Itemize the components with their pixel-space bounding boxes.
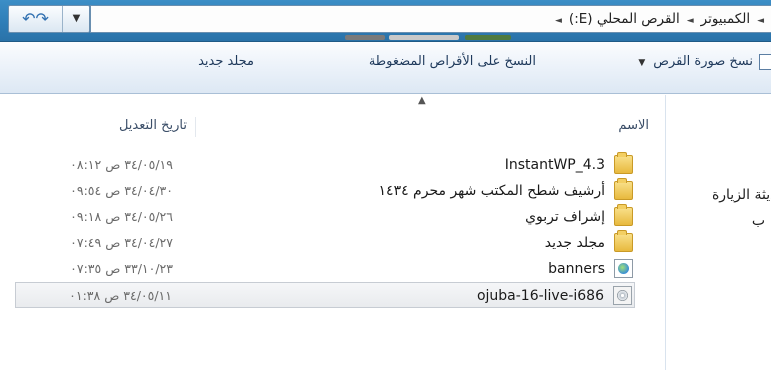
folder-icon	[614, 230, 633, 252]
file-row[interactable]: أرشيف شطح المكتب شهر محرم ١٤٣٤ ٣٤/٠٤/٣٠ …	[15, 178, 635, 204]
column-header-date-modified[interactable]: تاريخ التعديل	[119, 113, 187, 139]
file-date: ٣٤/٠٥/١٩ ص ٠٨:١٢	[70, 157, 173, 172]
chevron-left-icon[interactable]: ◄	[687, 8, 694, 34]
breadcrumb-local-disk[interactable]: القرص المحلي (E:)	[569, 6, 680, 32]
breadcrumb[interactable]: ◄ الكمبيوتر ◄ القرص المحلي (E:) ◄	[90, 5, 771, 33]
file-date: ٣٤/٠٥/١١ ص ٠١:٣٨	[69, 288, 172, 303]
command-bar: نسخ صورة القرص ▼ النسخ على الأقراص المضغو…	[0, 42, 771, 94]
file-name: InstantWP_4.3	[504, 157, 605, 173]
html-file-icon	[614, 259, 633, 278]
nav-item-recent-places[interactable]: مديثة الزيارة	[712, 187, 771, 203]
breadcrumb-computer[interactable]: الكمبيوتر	[701, 6, 750, 32]
nav-buttons: ↶↷ ▼	[8, 5, 90, 33]
folder-icon	[614, 204, 633, 226]
toolbar-edge	[759, 54, 771, 70]
decorative-strip	[345, 33, 515, 42]
file-row[interactable]: InstantWP_4.3 ٣٤/٠٥/١٩ ص ٠٨:١٢	[15, 152, 635, 178]
nav-item-partial[interactable]: ب	[752, 213, 765, 229]
file-row[interactable]: إشراف تربوي ٣٤/٠٥/٢٦ ص ٠٩:١٨	[15, 204, 635, 230]
burn-image-label: نسخ صورة القرص	[653, 54, 753, 69]
column-header-name[interactable]: الاسم	[618, 113, 649, 139]
file-name: إشراف تربوي	[525, 209, 605, 225]
back-forward-icon[interactable]: ↶↷	[9, 6, 63, 32]
file-date: ٣٣/١٠/٢٣ ص ٠٧:٣٥	[70, 261, 173, 276]
content-area: مديثة الزيارة ب ▲ الاسم تاريخ التعديل In…	[0, 95, 771, 370]
disc-image-icon	[613, 286, 632, 305]
burn-image-menu[interactable]: نسخ صورة القرص ▼	[638, 42, 753, 82]
column-header: الاسم تاريخ التعديل	[0, 113, 665, 139]
file-date: ٣٤/٠٤/٣٠ ص ٠٩:٥٤	[70, 183, 173, 198]
file-row[interactable]: banners ٣٣/١٠/٢٣ ص ٠٧:٣٥	[15, 256, 635, 282]
chevron-down-icon: ▼	[638, 58, 646, 68]
chevron-left-icon[interactable]: ◄	[757, 8, 764, 34]
burn-to-disc-label: النسخ على الأقراص المضغوطة	[368, 54, 536, 69]
sort-ascending-icon: ▲	[418, 95, 426, 106]
file-row[interactable]: مجلد جديد ٣٤/٠٤/٢٧ ص ٠٧:٤٩	[15, 230, 635, 256]
folder-icon	[614, 178, 633, 200]
file-name: banners	[548, 261, 605, 277]
file-name: مجلد جديد	[544, 235, 605, 251]
navigation-pane: مديثة الزيارة ب	[665, 95, 771, 370]
column-divider[interactable]	[195, 117, 196, 137]
recent-pages-dropdown-icon[interactable]: ▼	[64, 6, 89, 32]
address-bar: ↶↷ ▼ ◄ الكمبيوتر ◄ القرص المحلي (E:) ◄	[0, 0, 771, 42]
folder-icon	[614, 152, 633, 174]
burn-to-disc-button[interactable]: النسخ على الأقراص المضغوطة	[369, 42, 536, 82]
new-folder-button[interactable]: مجلد جديد	[198, 42, 254, 82]
file-name: أرشيف شطح المكتب شهر محرم ١٤٣٤	[378, 183, 605, 199]
file-name: ojuba-16-live-i686	[476, 288, 604, 304]
file-date: ٣٤/٠٤/٢٧ ص ٠٧:٤٩	[70, 235, 173, 250]
new-folder-label: مجلد جديد	[198, 54, 254, 69]
file-date: ٣٤/٠٥/٢٦ ص ٠٩:١٨	[70, 209, 173, 224]
chevron-left-icon[interactable]: ◄	[555, 8, 562, 34]
file-row-selected[interactable]: ojuba-16-live-i686 ٣٤/٠٥/١١ ص ٠١:٣٨	[15, 282, 635, 308]
